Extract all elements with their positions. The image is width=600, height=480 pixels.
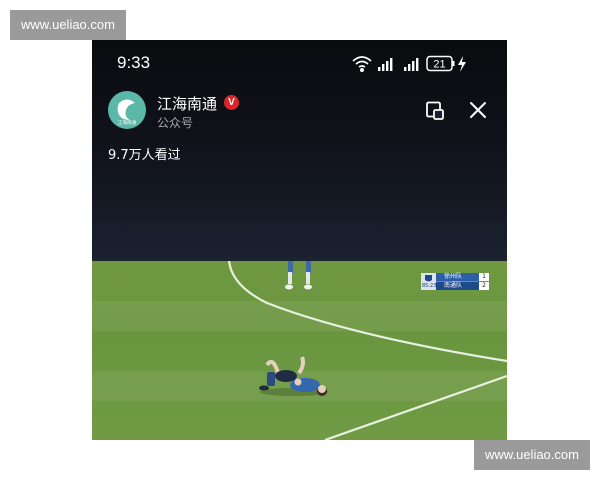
close-button[interactable] [466, 98, 490, 122]
score-row-away: 南通队 2 [436, 282, 489, 290]
wifi-icon [352, 56, 372, 73]
picture-in-picture-button[interactable] [423, 99, 447, 123]
scoreboard: 85:23 徐州队 1 南通队 2 [421, 273, 489, 290]
account-type: 公众号 [157, 116, 194, 130]
watermark-bottom: www.ueliao.com [474, 440, 590, 470]
video-header: 9:33 21 江海南通 江海南通 V 公众号 9.7万人看过 [92, 40, 507, 261]
avatar-text: 江海南通 [118, 119, 137, 126]
league-logo: 85:23 [421, 273, 436, 290]
signal-icon [378, 58, 393, 71]
football-pitch: 85:23 徐州队 1 南通队 2 [92, 261, 507, 440]
picture-in-picture-icon [426, 101, 444, 120]
close-icon [470, 102, 486, 118]
charging-icon [458, 56, 466, 72]
status-time: 9:33 [117, 53, 151, 72]
team-score: 1 [479, 273, 489, 281]
account-name[interactable]: 江海南通 [157, 93, 217, 114]
signal-icon [404, 58, 419, 71]
team-name: 南通队 [444, 282, 463, 289]
status-bar-icons: 21 [352, 55, 466, 73]
video-screen[interactable]: 9:33 21 江海南通 江海南通 V 公众号 9.7万人看过 85:23 徐州… [92, 40, 507, 440]
match-clock: 85:23 [422, 283, 437, 289]
view-count: 9.7万人看过 [108, 148, 181, 163]
battery-icon: 21 [426, 55, 455, 72]
avatar[interactable]: 江海南通 [108, 91, 146, 129]
team-score: 2 [479, 282, 489, 290]
score-row-home: 徐州队 1 [436, 273, 489, 281]
standing-player [285, 261, 312, 290]
verified-badge: V [224, 95, 239, 110]
battery-level: 21 [433, 59, 445, 71]
watermark-top: www.ueliao.com [10, 10, 126, 40]
team-name: 徐州队 [444, 273, 463, 280]
